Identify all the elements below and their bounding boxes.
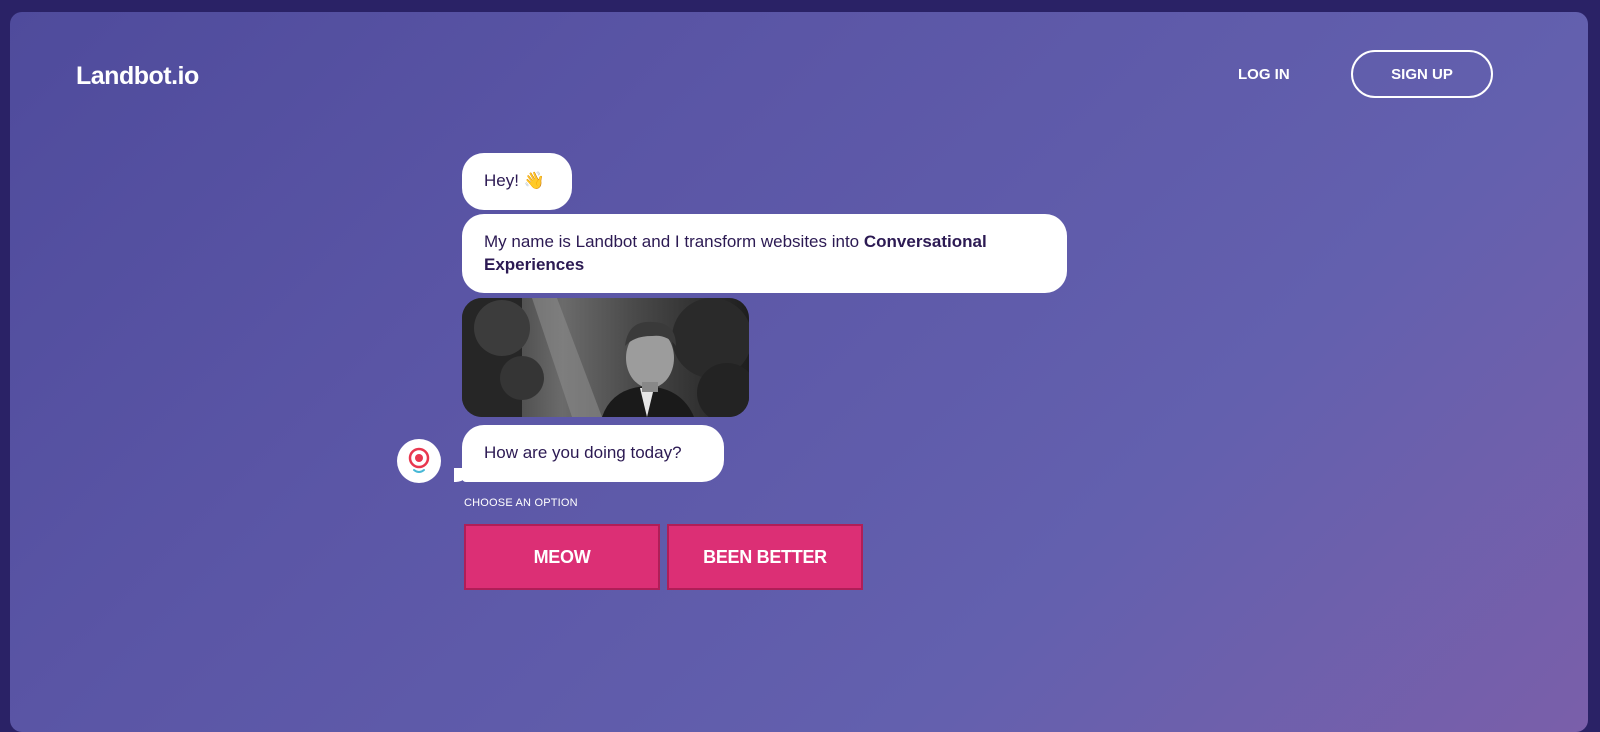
signup-button[interactable]: SIGN UP bbox=[1351, 50, 1493, 98]
chat-message-greeting: Hey! 👋 bbox=[462, 153, 572, 210]
target-icon bbox=[408, 447, 430, 473]
landing-page: Landbot.io LOG IN SIGN UP Hey! 👋 My name… bbox=[10, 12, 1588, 732]
login-link[interactable]: LOG IN bbox=[1238, 66, 1290, 83]
choose-option-label: CHOOSE AN OPTION bbox=[464, 497, 578, 509]
landbot-avatar-icon bbox=[397, 439, 441, 483]
option-meow-button[interactable]: MEOW bbox=[464, 524, 660, 590]
gif-illustration bbox=[462, 298, 749, 417]
intro-text: My name is Landbot and I transform websi… bbox=[484, 232, 864, 251]
chat-message-question: How are you doing today? bbox=[462, 425, 724, 482]
logo[interactable]: Landbot.io bbox=[76, 62, 199, 91]
option-been-better-button[interactable]: BEEN BETTER bbox=[667, 524, 863, 590]
chat-gif-image bbox=[462, 298, 749, 417]
chat-message-intro: My name is Landbot and I transform websi… bbox=[462, 214, 1067, 293]
